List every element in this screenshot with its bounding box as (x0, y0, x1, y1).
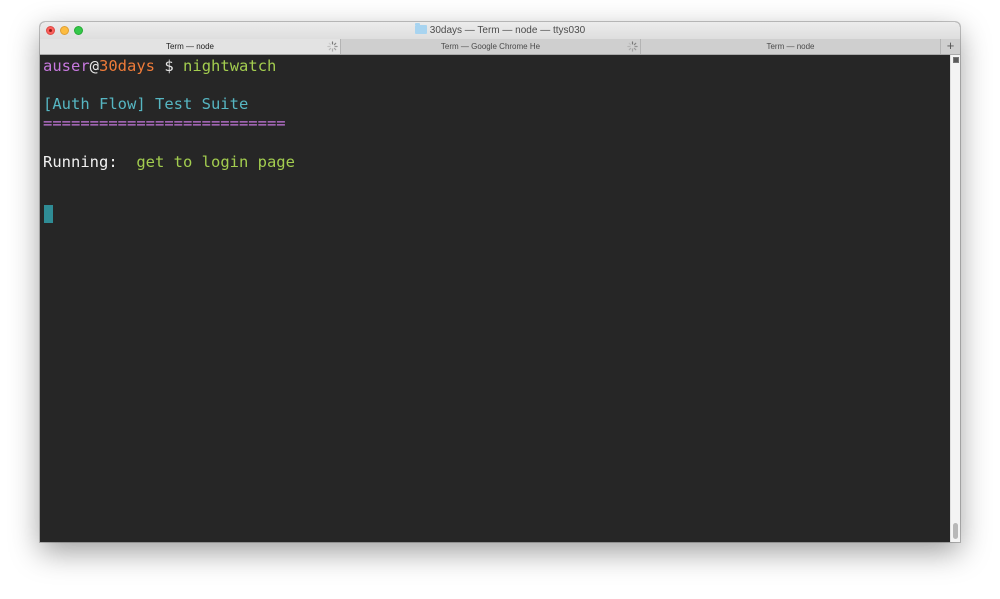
prompt-host: 30days (99, 57, 156, 75)
folder-icon (414, 23, 427, 34)
scroll-top-icon (953, 57, 959, 63)
spinner-icon (327, 41, 338, 52)
window-title-text: 30days — Term — node — ttys030 (429, 25, 586, 36)
new-tab-button[interactable]: + (940, 39, 960, 54)
running-label: Running: (43, 153, 118, 171)
running-test-name: get to login page (136, 153, 295, 171)
tab-term-google-chrome[interactable]: Term — Google Chrome He (340, 39, 640, 54)
suite-title: [Auth Flow] Test Suite (43, 95, 249, 113)
prompt-symbol: $ (164, 57, 174, 75)
suite-rule: ========================== (43, 114, 286, 132)
tab-term-node-1[interactable]: Term — node (40, 39, 340, 54)
command-text: nightwatch (183, 57, 277, 75)
terminal-window: 30days — Term — node — ttys030 Term — no… (40, 22, 960, 542)
running-line: Running: get to login page (43, 152, 295, 172)
spinner-icon (627, 41, 638, 52)
tab-bar: Term — node Term — Google Chrome He Term… (40, 39, 960, 55)
tab-label: Term — Google Chrome He (440, 42, 541, 51)
tab-label: Term — node (165, 42, 215, 51)
prompt-user: auser (43, 57, 90, 75)
tab-term-node-3[interactable]: Term — node (640, 39, 940, 54)
window-title: 30days — Term — node — ttys030 (40, 23, 960, 37)
tab-label: Term — node (766, 42, 815, 51)
vertical-scrollbar[interactable] (950, 55, 960, 542)
prompt-line: auser@30days $ nightwatch (43, 56, 276, 76)
prompt-at: @ (89, 57, 100, 75)
scrollbar-thumb[interactable] (953, 523, 958, 539)
title-bar[interactable]: 30days — Term — node — ttys030 (40, 22, 960, 39)
terminal-output[interactable]: auser@30days $ nightwatch [Auth Flow] Te… (40, 55, 950, 542)
text-cursor (44, 205, 53, 223)
